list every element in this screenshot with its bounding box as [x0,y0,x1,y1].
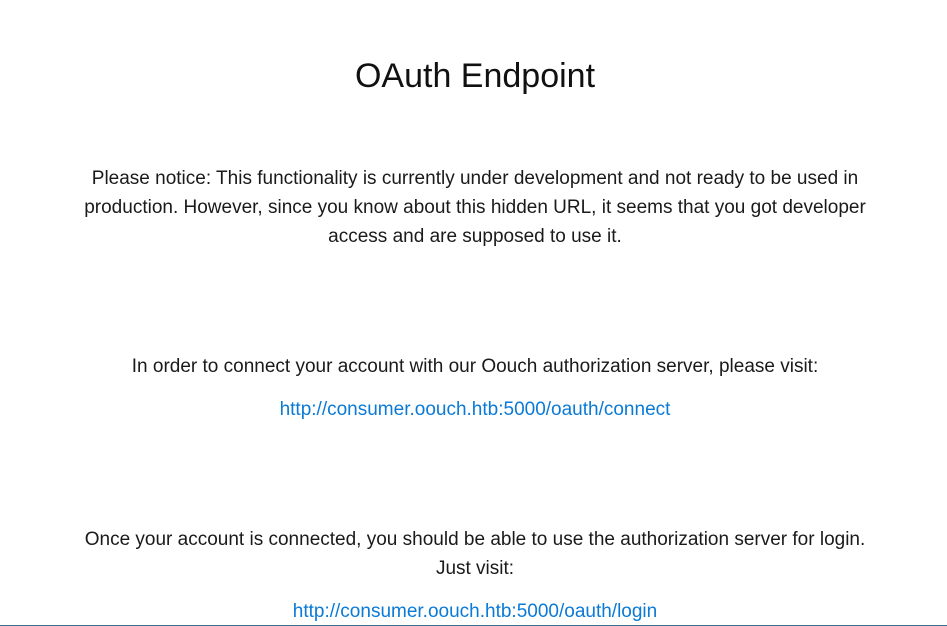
oauth-connect-link[interactable]: http://consumer.oouch.htb:5000/oauth/con… [280,399,671,420]
oauth-login-link[interactable]: http://consumer.oouch.htb:5000/oauth/log… [293,601,657,622]
login-instructions: Once your account is connected, you shou… [84,529,866,579]
development-notice: Please notice: This functionality is cur… [84,168,866,247]
page: OAuth Endpoint Please notice: This funct… [0,0,947,626]
page-title: OAuth Endpoint [354,57,596,95]
login-link-container: http://consumer.oouch.htb:5000/oauth/log… [70,597,880,626]
connect-instructions: In order to connect your account with ou… [131,356,819,377]
connect-link-container: http://consumer.oouch.htb:5000/oauth/con… [70,395,880,424]
